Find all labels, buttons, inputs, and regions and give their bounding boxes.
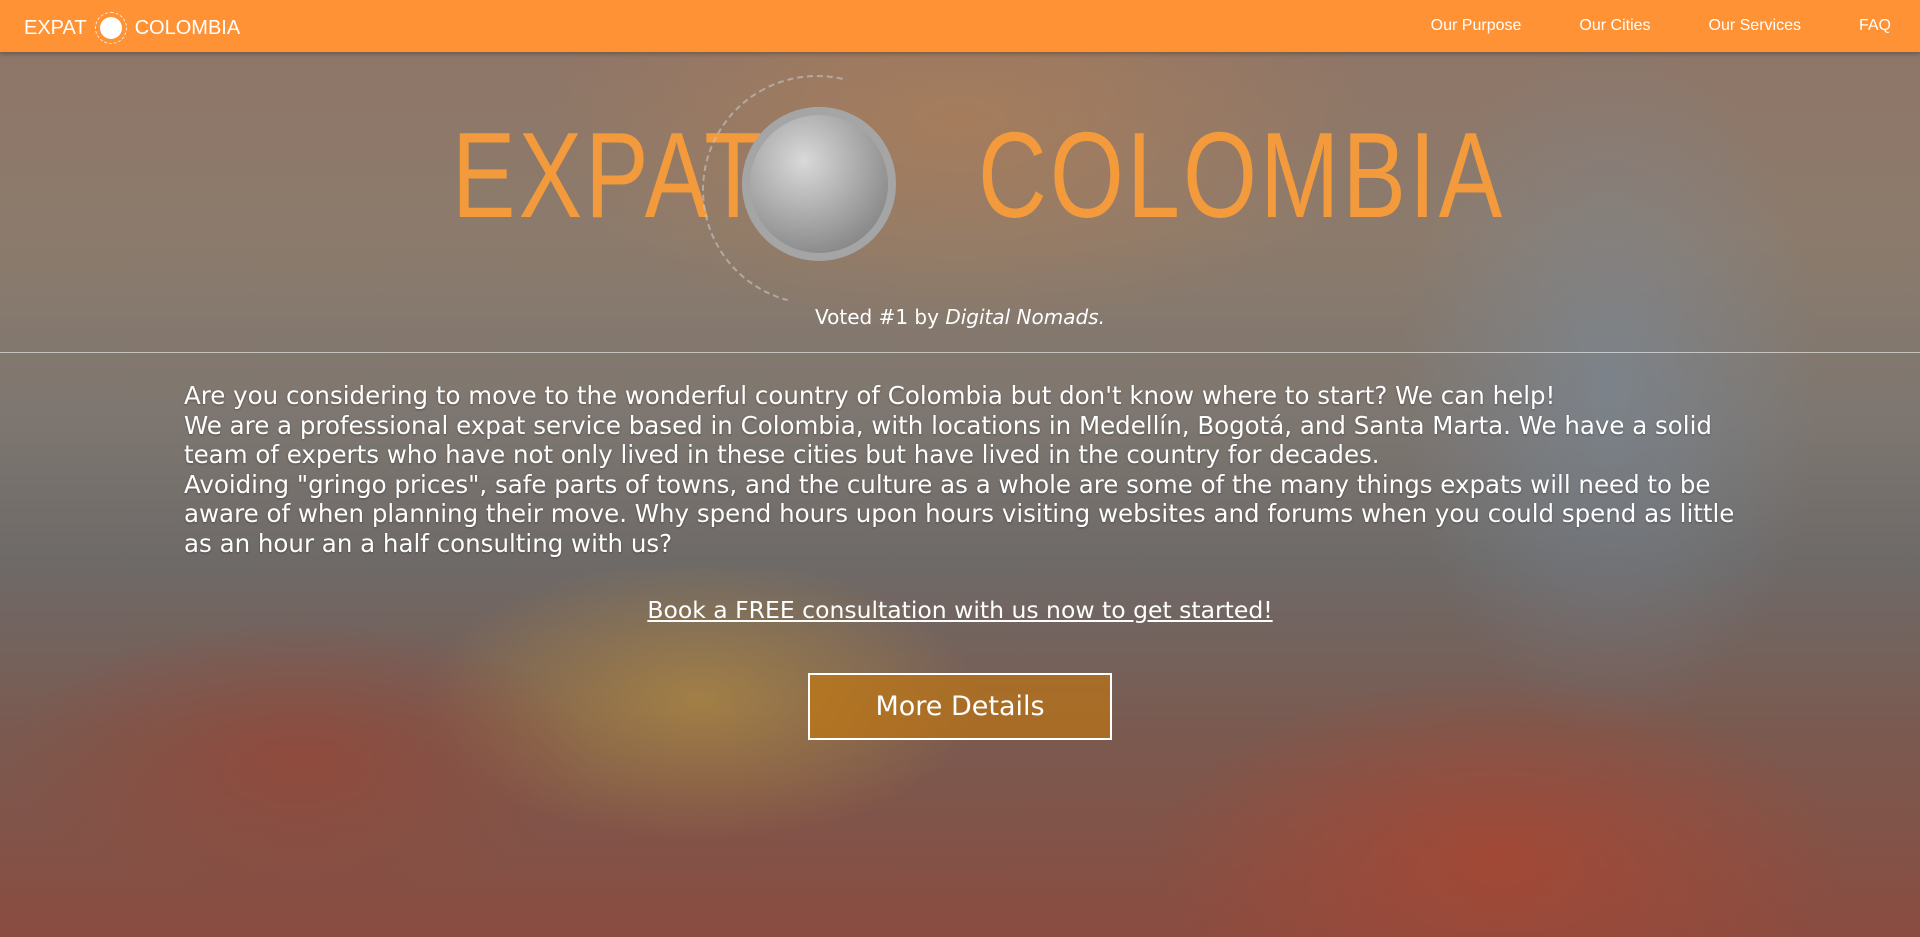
intro-paragraph: Avoiding "gringo prices", safe parts of … [184,469,1735,558]
book-consultation-link[interactable]: Book a FREE consultation with us now to … [647,596,1272,624]
nav-our-cities[interactable]: Our Cities [1550,0,1679,52]
nav-menu: Our Purpose Our Cities Our Services FAQ [1402,0,1920,52]
voted-tagline: Voted #1 by Digital Nomads. [0,305,1920,329]
divider [0,352,1920,353]
brand-text-right: COLOMBIA [134,16,241,39]
intro-text: Are you considering to move to the wonde… [184,381,1744,559]
brand-logo[interactable]: EXPAT COLOMBIA [24,12,240,44]
intro-paragraph: We are a professional expat service base… [184,410,1712,470]
intro-paragraph: Are you considering to move to the wonde… [184,381,1556,410]
voted-emphasis: Digital Nomads. [945,305,1105,329]
more-details-button[interactable]: More Details [808,673,1112,740]
navbar: EXPAT COLOMBIA Our Purpose Our Cities Ou… [0,0,1920,52]
cta-container: Book a FREE consultation with us now to … [0,596,1920,624]
brand-text-left: EXPAT [24,16,87,39]
globe-icon [94,12,127,44]
logo-text-right: COLOMBIA [978,107,1506,243]
nav-our-purpose[interactable]: Our Purpose [1402,0,1551,52]
nav-our-services[interactable]: Our Services [1680,0,1830,52]
nav-faq[interactable]: FAQ [1830,0,1920,52]
hero-logo: EXPAT COLOMBIA [0,32,1920,348]
voted-prefix: Voted #1 by [815,305,946,329]
globe-icon [742,107,896,261]
